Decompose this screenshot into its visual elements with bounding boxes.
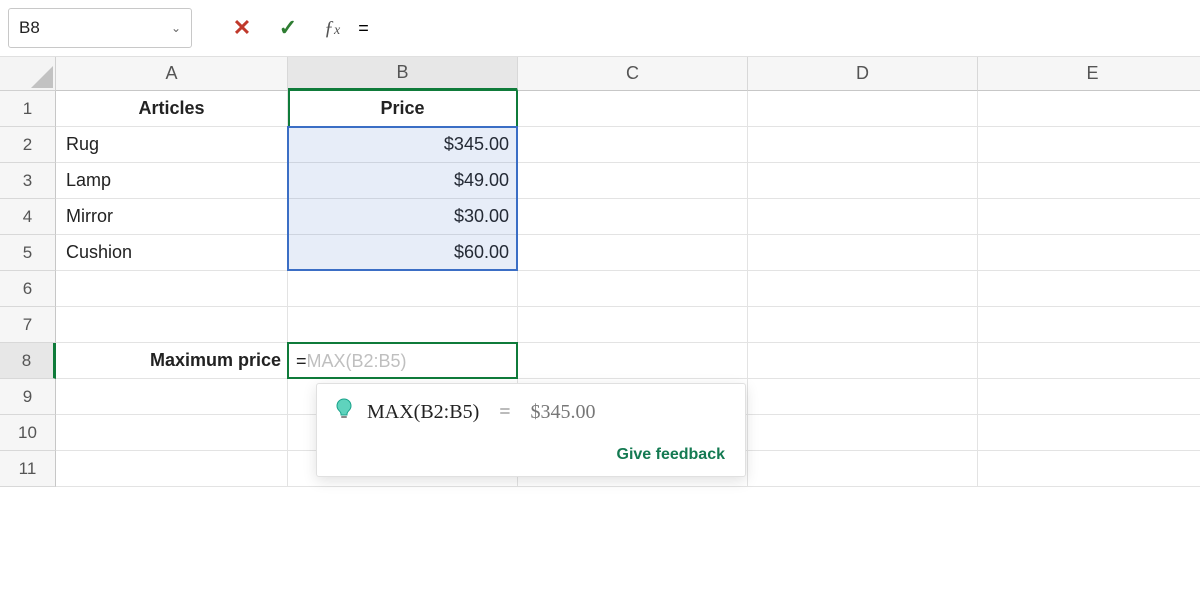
- cell-C5[interactable]: [518, 235, 748, 271]
- row-header-7[interactable]: 7: [0, 307, 56, 343]
- fx-icon: ƒx: [324, 17, 340, 40]
- cell-D11[interactable]: [748, 451, 978, 487]
- cell-B2[interactable]: $345.00: [288, 127, 518, 163]
- editing-autocomplete-ghost: MAX(B2:B5): [307, 351, 407, 372]
- column-header-E[interactable]: E: [978, 57, 1200, 91]
- check-icon: ✓: [279, 15, 297, 41]
- cancel-icon: ✕: [233, 15, 251, 41]
- cell-E5[interactable]: [978, 235, 1200, 271]
- cell-C7[interactable]: [518, 307, 748, 343]
- cell-A7[interactable]: [56, 307, 288, 343]
- cell-E1[interactable]: [978, 91, 1200, 127]
- cell-E2[interactable]: [978, 127, 1200, 163]
- cell-C2[interactable]: [518, 127, 748, 163]
- cell-E7[interactable]: [978, 307, 1200, 343]
- cell-D8[interactable]: [748, 343, 978, 379]
- cell-D2[interactable]: [748, 127, 978, 163]
- row-headers: 1234567891011: [0, 91, 56, 487]
- cell-B7[interactable]: [288, 307, 518, 343]
- cell-E10[interactable]: [978, 415, 1200, 451]
- cell-C4[interactable]: [518, 199, 748, 235]
- cell-B1[interactable]: Price: [288, 91, 518, 127]
- accept-button[interactable]: ✓: [274, 14, 302, 42]
- cell-D6[interactable]: [748, 271, 978, 307]
- suggestion-line: MAX(B2:B5) = $345.00: [335, 398, 725, 426]
- cell-A3[interactable]: Lamp: [56, 163, 288, 199]
- cell-B4[interactable]: $30.00: [288, 199, 518, 235]
- insert-function-button[interactable]: ƒx: [320, 14, 340, 42]
- cell-D1[interactable]: [748, 91, 978, 127]
- select-all-corner[interactable]: [0, 57, 56, 91]
- cell-A5[interactable]: Cushion: [56, 235, 288, 271]
- suggestion-equals: =: [499, 401, 510, 424]
- cell-A9[interactable]: [56, 379, 288, 415]
- row-header-4[interactable]: 4: [0, 199, 56, 235]
- formula-bar-buttons: ✕ ✓ ƒx: [228, 14, 340, 42]
- column-headers: ABCDE: [56, 57, 1200, 91]
- cell-C6[interactable]: [518, 271, 748, 307]
- column-header-A[interactable]: A: [56, 57, 288, 91]
- cell-D7[interactable]: [748, 307, 978, 343]
- chevron-down-icon: ⌄: [171, 21, 181, 35]
- cancel-button[interactable]: ✕: [228, 14, 256, 42]
- row-header-8[interactable]: 8: [0, 343, 56, 379]
- cell-D3[interactable]: [748, 163, 978, 199]
- suggestion-result: $345.00: [531, 401, 596, 424]
- row-header-10[interactable]: 10: [0, 415, 56, 451]
- cell-B5[interactable]: $60.00: [288, 235, 518, 271]
- cell-D10[interactable]: [748, 415, 978, 451]
- row-header-1[interactable]: 1: [0, 91, 56, 127]
- suggestion-formula: MAX(B2:B5): [367, 401, 479, 424]
- cell-C1[interactable]: [518, 91, 748, 127]
- name-box[interactable]: B8 ⌄: [8, 8, 192, 48]
- cell-A1[interactable]: Articles: [56, 91, 288, 127]
- cell-B3[interactable]: $49.00: [288, 163, 518, 199]
- formula-input[interactable]: [352, 8, 1194, 48]
- column-header-D[interactable]: D: [748, 57, 978, 91]
- cell-B6[interactable]: [288, 271, 518, 307]
- cell-A6[interactable]: [56, 271, 288, 307]
- row-header-6[interactable]: 6: [0, 271, 56, 307]
- cell-A8[interactable]: Maximum price: [56, 343, 288, 379]
- cell-C3[interactable]: [518, 163, 748, 199]
- cell-E9[interactable]: [978, 379, 1200, 415]
- cell-D4[interactable]: [748, 199, 978, 235]
- cell-A10[interactable]: [56, 415, 288, 451]
- cell-D9[interactable]: [748, 379, 978, 415]
- column-header-B[interactable]: B: [288, 57, 518, 91]
- cell-A2[interactable]: Rug: [56, 127, 288, 163]
- row-header-11[interactable]: 11: [0, 451, 56, 487]
- lightbulb-icon: [335, 398, 353, 426]
- cell-A11[interactable]: [56, 451, 288, 487]
- row-header-5[interactable]: 5: [0, 235, 56, 271]
- row-header-9[interactable]: 9: [0, 379, 56, 415]
- cell-E4[interactable]: [978, 199, 1200, 235]
- active-cell-editing[interactable]: =MAX(B2:B5): [290, 343, 516, 379]
- column-header-C[interactable]: C: [518, 57, 748, 91]
- formula-bar: B8 ⌄ ✕ ✓ ƒx: [0, 0, 1200, 56]
- spreadsheet-grid: ABCDE 1234567891011 ArticlesPriceRug$345…: [0, 56, 1200, 57]
- cell-E6[interactable]: [978, 271, 1200, 307]
- name-box-value: B8: [19, 18, 40, 38]
- cell-E11[interactable]: [978, 451, 1200, 487]
- give-feedback-link[interactable]: Give feedback: [617, 446, 726, 463]
- editing-typed: =: [296, 351, 307, 372]
- cell-E8[interactable]: [978, 343, 1200, 379]
- cell-E3[interactable]: [978, 163, 1200, 199]
- cell-C8[interactable]: [518, 343, 748, 379]
- row-header-3[interactable]: 3: [0, 163, 56, 199]
- cell-D5[interactable]: [748, 235, 978, 271]
- cell-A4[interactable]: Mirror: [56, 199, 288, 235]
- formula-suggestion-tooltip: MAX(B2:B5) = $345.00 Give feedback: [316, 383, 746, 477]
- row-header-2[interactable]: 2: [0, 127, 56, 163]
- select-all-triangle-icon: [31, 66, 53, 88]
